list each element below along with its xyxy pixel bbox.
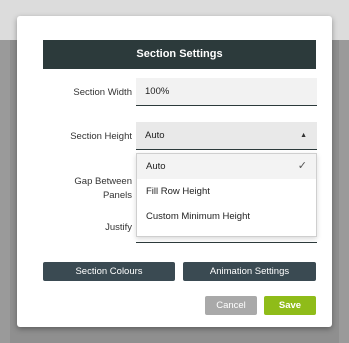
- caret-up-icon: ▲: [300, 132, 307, 139]
- backdrop-right: [339, 40, 349, 343]
- section-height-value: Auto: [145, 130, 165, 141]
- animation-settings-button[interactable]: Animation Settings: [183, 262, 316, 281]
- section-width-label: Section Width: [73, 87, 132, 98]
- backdrop-left: [0, 40, 10, 343]
- gap-between-panels-label-line1: Gap Between: [74, 176, 132, 187]
- section-colours-button[interactable]: Section Colours: [43, 262, 175, 281]
- justify-label: Justify: [105, 222, 132, 233]
- section-height-select[interactable]: Auto ▲: [136, 122, 317, 150]
- option-label: Fill Row Height: [146, 186, 210, 197]
- option-label: Custom Minimum Height: [146, 211, 250, 222]
- section-width-input[interactable]: 100%: [136, 78, 317, 106]
- justify-select[interactable]: [136, 237, 317, 243]
- checkmark-icon: ✓: [297, 160, 307, 172]
- modal-title: Section Settings: [43, 40, 316, 69]
- section-height-label: Section Height: [70, 131, 132, 142]
- section-height-dropdown: Auto ✓ Fill Row Height Custom Minimum He…: [136, 153, 317, 237]
- cancel-button[interactable]: Cancel: [205, 296, 257, 315]
- gap-between-panels-label-line2: Panels: [102, 190, 132, 201]
- section-settings-modal: Section Settings Section Width 100% Sect…: [17, 16, 332, 327]
- section-width-value: 100%: [145, 86, 170, 97]
- save-button[interactable]: Save: [264, 296, 316, 315]
- dropdown-option-custom-minimum-height[interactable]: Custom Minimum Height: [137, 204, 316, 229]
- dropdown-option-fill-row-height[interactable]: Fill Row Height: [137, 179, 316, 204]
- dropdown-option-auto[interactable]: Auto ✓: [137, 154, 316, 179]
- option-label: Auto: [146, 161, 166, 172]
